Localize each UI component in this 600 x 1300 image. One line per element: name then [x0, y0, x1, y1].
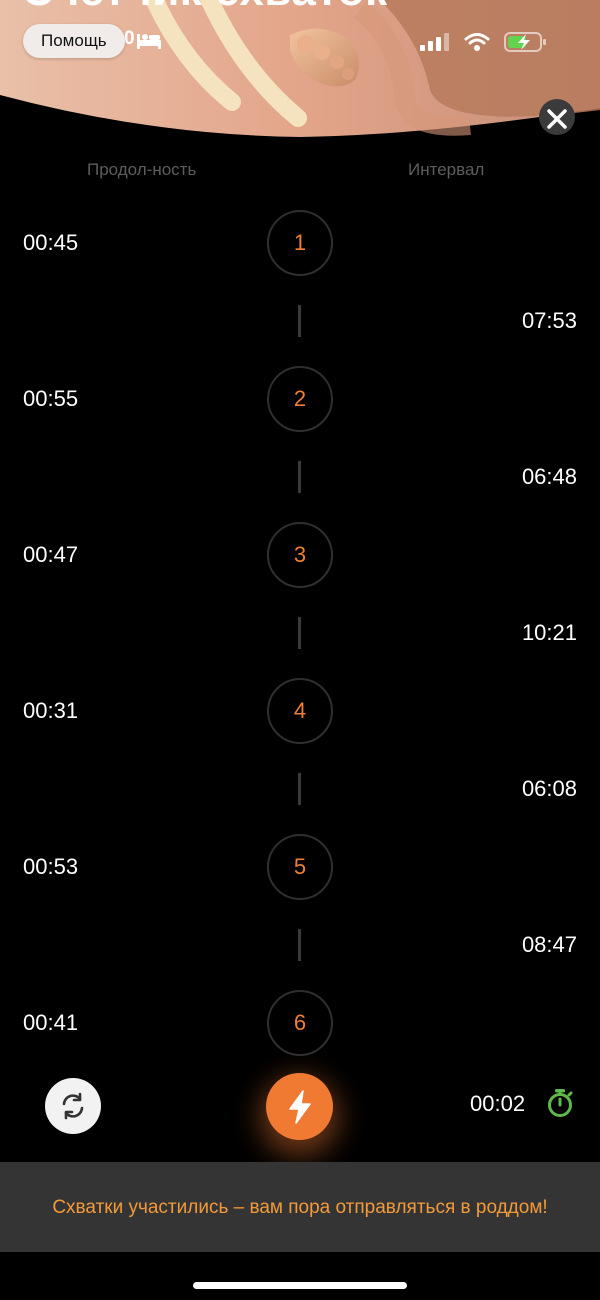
alert-banner: Схватки участились – вам пора отправлять… — [0, 1162, 600, 1252]
header-illustration: Счетчик схваток — [0, 0, 600, 140]
contraction-number: 4 — [267, 678, 333, 744]
baby-illustration — [0, 0, 600, 137]
contraction-interval: 08:47 — [521, 932, 577, 957]
alert-message: Схватки участились – вам пора отправлять… — [52, 1196, 548, 1218]
timeline-connector — [298, 617, 301, 649]
column-header-interval: Интервал — [408, 160, 485, 179]
wifi-icon — [464, 33, 490, 51]
contraction-duration: 00:47 — [23, 542, 79, 567]
bed-icon — [136, 30, 162, 55]
contraction-number: 5 — [267, 834, 333, 900]
start-contraction-button[interactable] — [266, 1073, 333, 1140]
contraction-number: 6 — [267, 990, 333, 1056]
help-button[interactable]: Помощь — [23, 24, 125, 58]
timeline-connector — [298, 305, 301, 337]
stopwatch-icon[interactable] — [546, 1088, 574, 1123]
battery-charging-icon — [504, 32, 546, 52]
contraction-interval: 06:48 — [521, 464, 577, 489]
current-timer: 00:02 — [470, 1091, 526, 1116]
timeline-connector — [298, 461, 301, 493]
contraction-duration: 00:31 — [23, 698, 79, 723]
reset-button[interactable] — [45, 1078, 101, 1134]
signal-icon — [420, 33, 449, 51]
contraction-duration: 00:55 — [23, 386, 79, 411]
contraction-duration: 00:53 — [23, 854, 79, 879]
page-title: Счетчик схваток — [22, 0, 388, 16]
column-header-duration: Продол-ность — [87, 160, 197, 179]
timeline-connector — [298, 929, 301, 961]
refresh-icon — [62, 1092, 84, 1120]
contraction-interval: 07:53 — [521, 308, 577, 333]
home-indicator[interactable] — [193, 1282, 407, 1289]
contraction-number: 3 — [267, 522, 333, 588]
status-indicators — [420, 31, 548, 53]
contraction-interval: 06:08 — [521, 776, 577, 801]
contraction-interval: 10:21 — [521, 620, 577, 645]
contraction-number: 2 — [267, 366, 333, 432]
close-button[interactable] — [532, 96, 582, 142]
timeline-connector — [298, 773, 301, 805]
close-icon — [547, 109, 567, 129]
contraction-number: 1 — [267, 210, 333, 276]
contraction-duration: 00:45 — [23, 230, 79, 255]
contraction-duration: 00:41 — [23, 1010, 79, 1035]
lightning-icon — [288, 1089, 311, 1124]
